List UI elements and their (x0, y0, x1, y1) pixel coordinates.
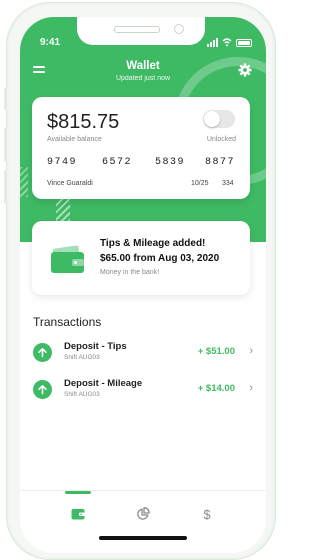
toggle-knob (204, 111, 220, 127)
wallet-icon (71, 509, 85, 520)
deposit-notification-card[interactable]: Tips & Mileage added! $65.00 from Aug 03… (32, 221, 250, 295)
front-camera (174, 24, 184, 34)
notch (77, 17, 205, 45)
transaction-row[interactable]: Deposit - Mileage Shift AUG03 + $14.00 › (33, 376, 255, 406)
tab-payments[interactable]: $ (192, 503, 222, 525)
cardholder-name: Vince Guaraldi (47, 180, 93, 187)
wifi-icon (222, 38, 232, 47)
notification-amount: $65.00 from Aug 03, 2020 (100, 253, 220, 264)
card-number-group: 9749 (47, 157, 78, 168)
chevron-right-icon: › (249, 345, 253, 357)
chevron-right-icon: › (249, 382, 253, 394)
card-cvv: 334 (222, 180, 234, 187)
dollar-icon: $ (203, 506, 211, 522)
home-indicator (99, 536, 187, 540)
volume-down-button (4, 170, 7, 204)
transaction-title: Deposit - Mileage (64, 378, 143, 389)
card-expiry: 10/25 (191, 180, 209, 187)
volume-up-button (4, 128, 7, 162)
phone-screen: 9:41 Wallet Updated just now $815.75 Ava… (20, 17, 266, 553)
active-tab-indicator (65, 491, 91, 494)
card-number-group: 8877 (205, 157, 236, 168)
arrow-up-icon (33, 380, 52, 399)
header: Wallet Updated just now (20, 60, 266, 82)
battery-icon (236, 39, 252, 47)
decorative-stripes-left (20, 167, 28, 197)
tab-bar: $ (20, 490, 266, 553)
transaction-title: Deposit - Tips (64, 341, 127, 352)
transaction-subtitle: Shift AUG03 (64, 391, 100, 398)
tab-insights[interactable] (128, 503, 158, 525)
status-icons (207, 37, 252, 47)
card-number-group: 6572 (102, 157, 133, 168)
card-lock-toggle[interactable] (203, 110, 235, 128)
wallet-card[interactable]: $815.75 Available balance Unlocked 9749 … (32, 97, 250, 199)
transaction-amount: + $14.00 (197, 383, 235, 394)
wallet-icon (51, 245, 84, 273)
balance-amount: $815.75 (47, 111, 120, 133)
mute-switch (4, 88, 7, 110)
lock-status-label: Unlocked (206, 136, 236, 143)
card-number-group: 5839 (155, 157, 186, 168)
balance-label: Available balance (47, 136, 102, 143)
status-time: 9:41 (40, 37, 61, 48)
gear-icon[interactable] (238, 63, 252, 77)
cellular-signal-icon (207, 38, 218, 47)
transaction-amount: + $51.00 (197, 346, 235, 357)
notification-subtitle: Money in the bank! (100, 269, 160, 276)
speaker-grill (114, 26, 160, 33)
transactions-heading: Transactions (33, 315, 102, 329)
transaction-row[interactable]: Deposit - Tips Shift AUG03 + $51.00 › (33, 339, 255, 369)
tab-wallet[interactable] (63, 503, 93, 525)
notification-title: Tips & Mileage added! (100, 238, 206, 249)
page-title: Wallet (126, 60, 160, 72)
arrow-up-icon (33, 343, 52, 362)
pie-chart-icon (137, 507, 150, 520)
transaction-subtitle: Shift AUG03 (64, 354, 100, 361)
last-updated-text: Updated just now (115, 75, 171, 82)
